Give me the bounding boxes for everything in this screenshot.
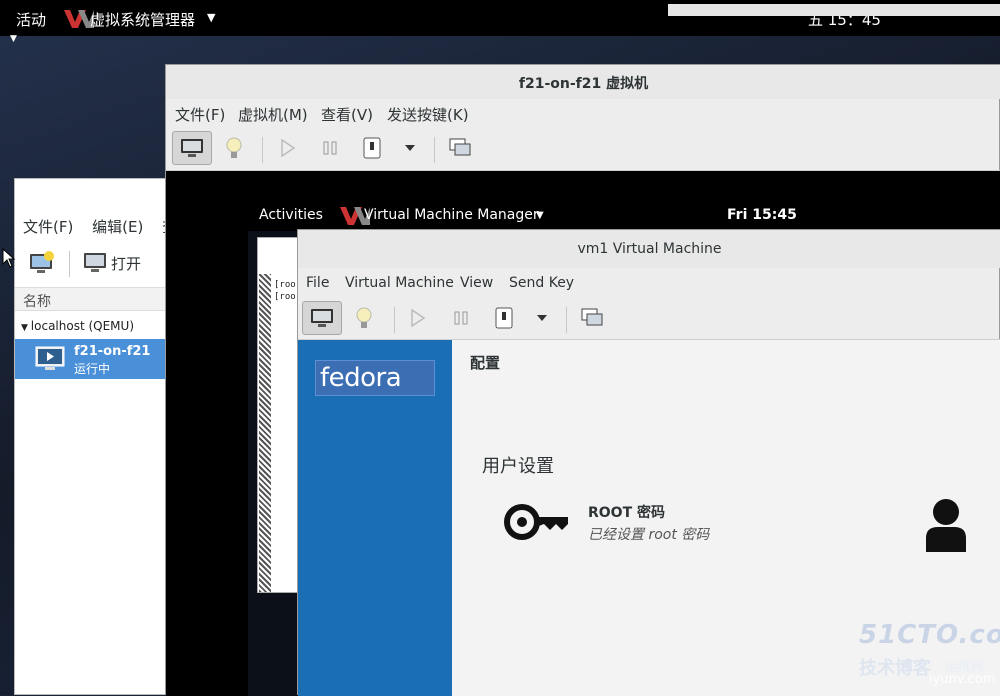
installer-section-title: 配置 bbox=[470, 354, 501, 372]
toolbar-separator bbox=[262, 137, 263, 163]
outer-menu-sendkey[interactable]: 发送按键(K) bbox=[387, 104, 469, 125]
inner-menu-file[interactable]: File bbox=[306, 275, 329, 291]
run-button[interactable] bbox=[268, 131, 308, 165]
monitor-icon bbox=[311, 309, 333, 327]
connection-label: localhost (QEMU) bbox=[30, 319, 135, 333]
shutdown-button[interactable] bbox=[352, 131, 392, 165]
shutdown-menu-button[interactable] bbox=[390, 131, 430, 165]
background-window-edge bbox=[668, 4, 1000, 16]
details-button[interactable] bbox=[214, 131, 254, 165]
guest-activities[interactable]: Activities bbox=[259, 207, 323, 223]
user-settings-heading: 用户设置 bbox=[482, 456, 554, 477]
guest-app-menu-arrow-icon[interactable]: ▼ bbox=[536, 210, 544, 221]
vm-list-item[interactable]: f21-on-f21 运行中 bbox=[15, 339, 175, 379]
guest-clock[interactable]: Fri 15:45 bbox=[727, 207, 797, 223]
inner-window-title[interactable]: vm1 Virtual Machine bbox=[298, 230, 1000, 268]
expander-icon[interactable]: ▼ bbox=[21, 323, 31, 333]
manager-menu-edit[interactable]: 编辑(E) bbox=[92, 218, 143, 236]
manager-menu-file[interactable]: 文件(F) bbox=[23, 218, 73, 236]
fedora-logo: fedora bbox=[315, 360, 435, 396]
terminal-line: [roo bbox=[274, 292, 296, 302]
vm-state: 运行中 bbox=[74, 362, 111, 376]
outer-menubar: 文件(F) 虚拟机(M) 查看(V) 发送按键(K) bbox=[166, 99, 1000, 129]
installer-sidebar: fedora bbox=[298, 340, 452, 696]
manager-toolbar: 打开 bbox=[15, 241, 175, 285]
inner-console-button[interactable] bbox=[302, 301, 342, 335]
manager-window: 文件(F) 编辑(E) 查 打开 名称 ▼ localhost (QEMU) f… bbox=[14, 178, 177, 695]
guest-topbar: Activities Virtual Machine Manager ▼ Fri… bbox=[166, 199, 1000, 231]
watermark-url: iyunv.com bbox=[929, 672, 996, 687]
console-button[interactable] bbox=[172, 131, 212, 165]
inner-menu-sendkey[interactable]: Send Key bbox=[509, 275, 574, 291]
inner-menu-vm[interactable]: Virtual Machine bbox=[345, 275, 454, 291]
app-menu-arrow-icon[interactable]: ▼ bbox=[207, 11, 215, 24]
open-monitor-icon[interactable] bbox=[83, 251, 107, 277]
mouse-pointer-icon bbox=[2, 247, 16, 272]
toolbar-separator bbox=[69, 251, 70, 277]
power-icon bbox=[495, 307, 513, 329]
key-icon[interactable] bbox=[504, 502, 570, 546]
inner-toolbar bbox=[298, 298, 1000, 340]
play-icon bbox=[281, 139, 296, 157]
inner-fullscreen-button[interactable] bbox=[572, 301, 612, 335]
inner-pause-button[interactable] bbox=[441, 301, 481, 335]
root-password-status: 已经设置 root 密码 bbox=[588, 527, 710, 543]
watermark-sub: 技术博客 bbox=[859, 658, 931, 679]
new-vm-icon[interactable] bbox=[29, 251, 55, 279]
column-header-name[interactable]: 名称 bbox=[15, 287, 175, 311]
dropdown-arrow-icon bbox=[405, 145, 415, 151]
pause-icon bbox=[323, 141, 337, 155]
app-menu[interactable]: 虚拟系统管理器 bbox=[90, 9, 195, 30]
lightbulb-icon bbox=[226, 137, 242, 158]
fullscreen-icon bbox=[581, 308, 603, 326]
fullscreen-icon bbox=[449, 138, 471, 156]
lightbulb-icon bbox=[356, 307, 372, 328]
outer-toolbar bbox=[166, 129, 1000, 171]
root-password-title[interactable]: ROOT 密码 bbox=[588, 502, 665, 522]
vm-running-icon bbox=[35, 345, 65, 375]
toolbar-separator bbox=[434, 137, 435, 163]
pause-button[interactable] bbox=[310, 131, 350, 165]
terminal-scroll-edge bbox=[259, 274, 271, 592]
outer-window-title[interactable]: f21-on-f21 虚拟机 bbox=[166, 65, 1000, 99]
power-icon bbox=[363, 137, 381, 159]
inner-menubar: File Virtual Machine View Send Key bbox=[298, 268, 1000, 298]
pause-icon bbox=[454, 311, 468, 325]
watermark: 51CTO.com 技术博客 运维网 iyunv.com bbox=[855, 620, 1000, 690]
user-icon[interactable] bbox=[924, 498, 968, 556]
desktop-arrow-icon: ▼ bbox=[10, 34, 17, 44]
toolbar-separator bbox=[566, 307, 567, 333]
outer-menu-file[interactable]: 文件(F) bbox=[175, 104, 225, 125]
dropdown-arrow-icon bbox=[537, 315, 547, 321]
monitor-icon bbox=[181, 139, 203, 157]
outer-menu-vm[interactable]: 虚拟机(M) bbox=[238, 104, 308, 125]
guest-app-menu[interactable]: Virtual Machine Manager bbox=[364, 207, 539, 223]
connection-row[interactable]: ▼ localhost (QEMU) bbox=[21, 319, 134, 333]
inner-run-button[interactable] bbox=[398, 301, 438, 335]
toolbar-separator bbox=[394, 307, 395, 333]
terminal-line: [roo bbox=[274, 280, 296, 290]
activities-button[interactable]: 活动 bbox=[16, 9, 46, 30]
open-button[interactable]: 打开 bbox=[111, 253, 141, 274]
play-icon bbox=[411, 309, 426, 327]
fullscreen-button[interactable] bbox=[440, 131, 480, 165]
inner-details-button[interactable] bbox=[344, 301, 384, 335]
vm-name: f21-on-f21 bbox=[74, 344, 151, 359]
watermark-logo: 51CTO.com bbox=[859, 620, 1000, 650]
inner-shutdown-menu-button[interactable] bbox=[522, 301, 562, 335]
inner-menu-view[interactable]: View bbox=[460, 275, 493, 291]
outer-menu-view[interactable]: 查看(V) bbox=[321, 104, 373, 125]
inner-shutdown-button[interactable] bbox=[484, 301, 524, 335]
